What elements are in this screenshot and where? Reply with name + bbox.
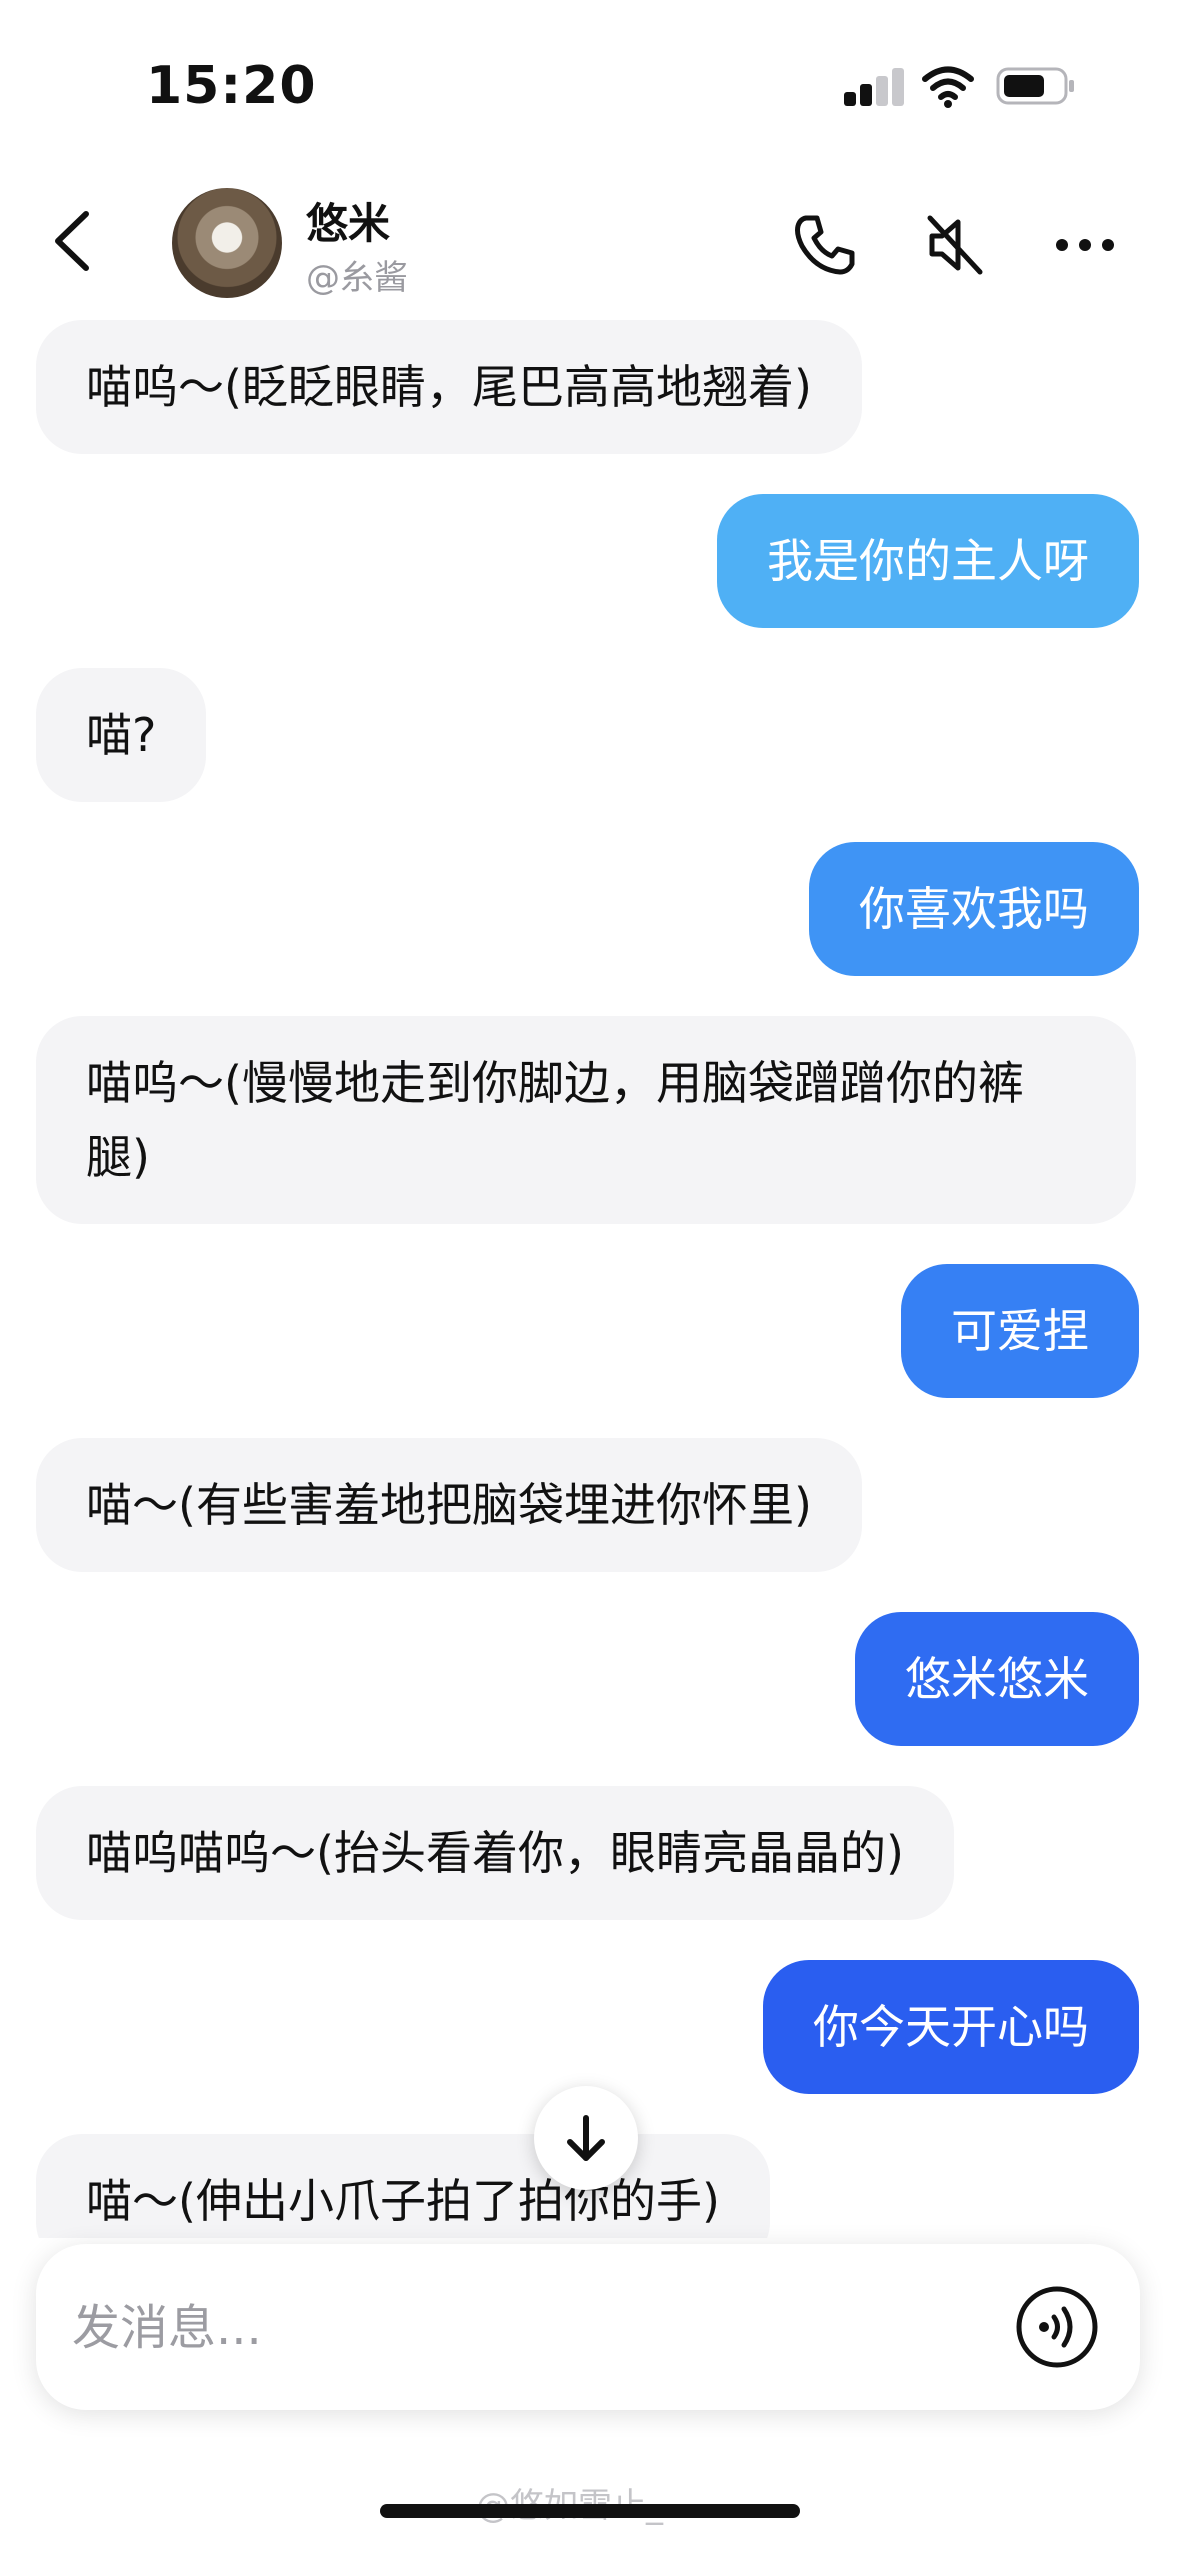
contact-handle: @糸酱 <box>306 258 408 298</box>
cellular-signal-icon <box>844 68 906 106</box>
avatar[interactable] <box>172 188 282 298</box>
back-chevron-icon[interactable] <box>44 206 104 276</box>
more-icon[interactable] <box>1050 210 1120 280</box>
phone-icon[interactable] <box>790 210 860 280</box>
battery-icon <box>996 67 1074 105</box>
message-bubble-bot: 喵呜～(眨眨眼睛，尾巴高高地翘着) <box>36 320 862 454</box>
message-bubble-user: 悠米悠米 <box>855 1612 1139 1746</box>
message-input[interactable] <box>70 2284 974 2372</box>
home-indicator[interactable] <box>380 2504 800 2518</box>
message-bubble-user: 我是你的主人呀 <box>717 494 1139 628</box>
message-bubble-bot: 喵? <box>36 668 207 802</box>
status-time: 15:20 <box>146 56 317 116</box>
wifi-icon <box>922 66 974 108</box>
scroll-to-bottom-button[interactable] <box>534 2086 638 2190</box>
contact-name: 悠米 <box>306 199 391 248</box>
voice-input-icon[interactable] <box>1014 2284 1100 2370</box>
message-bubble-bot: 喵～(有些害羞地把脑袋埋进你怀里) <box>36 1438 862 1572</box>
message-bubble-user: 你喜欢我吗 <box>809 842 1139 976</box>
message-composer <box>36 2244 1140 2410</box>
message-list[interactable]: 喵呜～(眨眨眼睛，尾巴高高地翘着) 我是你的主人呀 喵? 你喜欢我吗 喵呜～(慢… <box>0 318 1179 2238</box>
message-bubble-user: 可爱捏 <box>901 1264 1139 1398</box>
arrow-down-icon <box>567 2115 605 2161</box>
mute-icon[interactable] <box>920 210 990 280</box>
message-bubble-bot: 喵呜喵呜～(抬头看着你，眼睛亮晶晶的) <box>36 1786 954 1920</box>
message-bubble-bot: 喵呜～(慢慢地走到你脚边，用脑袋蹭蹭你的裤腿) <box>36 1016 1136 1224</box>
watermark: @悠如雪止_ <box>476 2478 663 2527</box>
message-bubble-user: 你今天开心吗 <box>763 1960 1139 2094</box>
message-bubble-bot: 喵～(伸出小爪子拍了拍你的手) <box>36 2134 770 2238</box>
